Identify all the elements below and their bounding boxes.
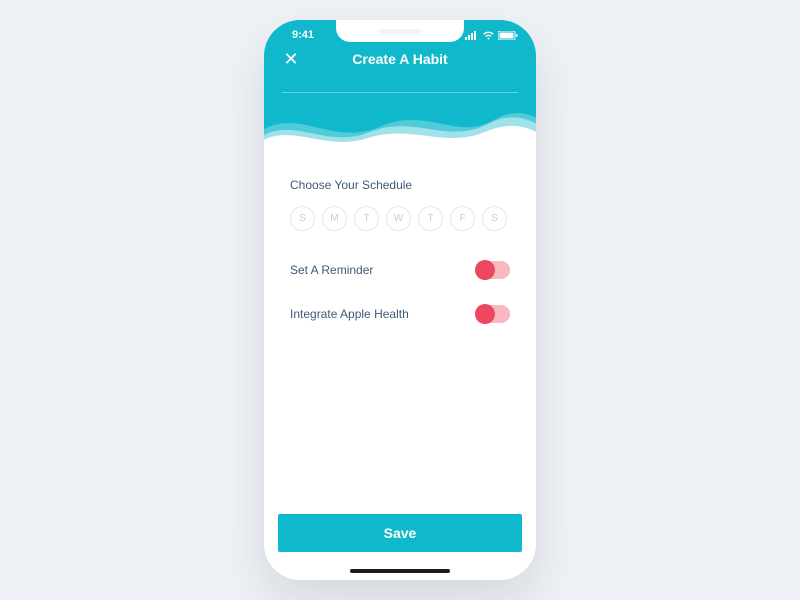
day-sun[interactable]: S — [290, 206, 315, 231]
page-title: Create A Habit — [300, 51, 500, 67]
status-time: 9:41 — [292, 29, 314, 41]
save-button[interactable]: Save — [278, 514, 522, 552]
day-picker: S M T W T F S — [290, 206, 510, 231]
header-wave — [264, 94, 536, 150]
day-tue[interactable]: T — [354, 206, 379, 231]
day-wed[interactable]: W — [386, 206, 411, 231]
health-label: Integrate Apple Health — [290, 307, 409, 321]
home-indicator[interactable] — [350, 569, 450, 573]
battery-icon — [498, 31, 518, 40]
day-sat[interactable]: S — [482, 206, 507, 231]
day-mon[interactable]: M — [322, 206, 347, 231]
status-icons — [465, 31, 518, 40]
phone-frame: 9:41 ✕ Create A Habit Choose Your Schedu… — [264, 20, 536, 580]
signal-icon — [465, 31, 479, 40]
day-fri[interactable]: F — [450, 206, 475, 231]
toggle-knob-icon — [475, 260, 495, 280]
device-notch — [336, 20, 464, 42]
health-row: Integrate Apple Health — [290, 305, 510, 323]
reminder-label: Set A Reminder — [290, 263, 373, 277]
header-divider — [282, 92, 518, 93]
content: Choose Your Schedule S M T W T F S Set A… — [264, 150, 536, 323]
toggle-knob-icon — [475, 304, 495, 324]
close-icon[interactable]: ✕ — [282, 50, 300, 68]
day-thu[interactable]: T — [418, 206, 443, 231]
wifi-icon — [482, 31, 495, 40]
health-toggle[interactable] — [476, 305, 510, 323]
reminder-toggle[interactable] — [476, 261, 510, 279]
reminder-row: Set A Reminder — [290, 261, 510, 279]
schedule-label: Choose Your Schedule — [290, 178, 510, 192]
